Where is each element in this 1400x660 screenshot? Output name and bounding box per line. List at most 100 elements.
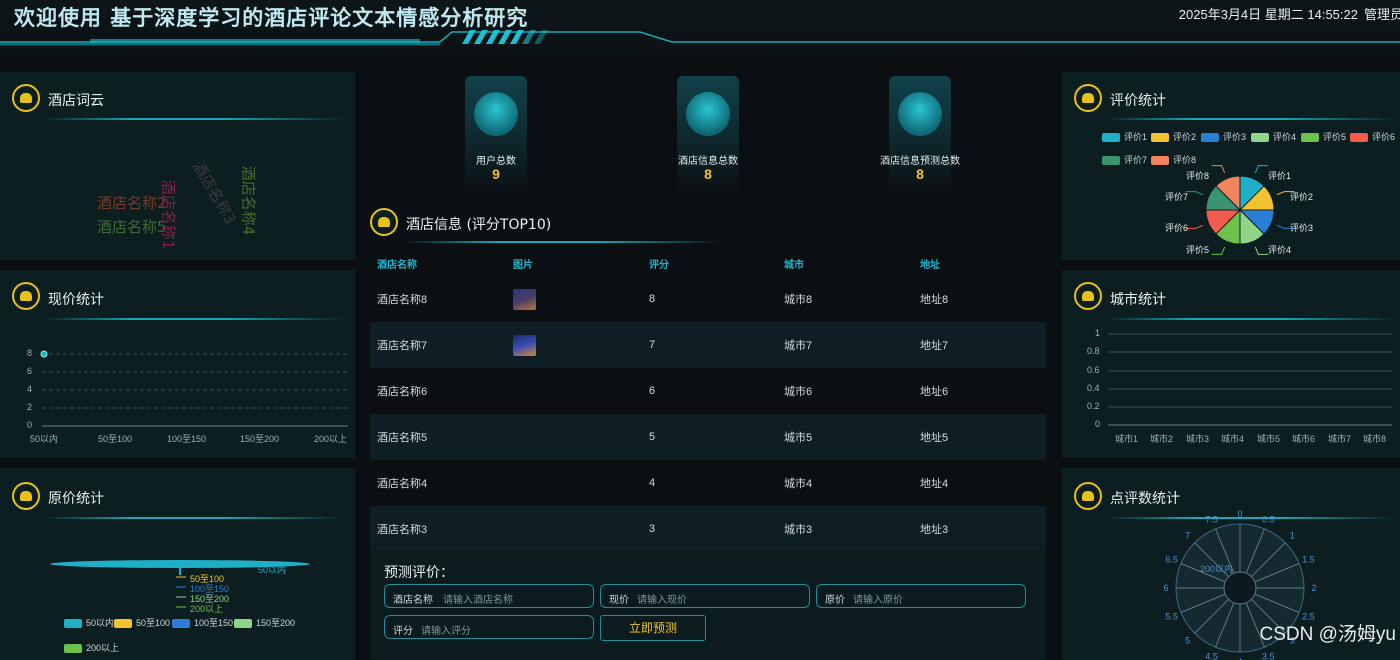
header-decoration bbox=[0, 30, 1400, 46]
legend-item[interactable]: 100至150 bbox=[172, 616, 233, 629]
y-tick: 0 bbox=[1095, 419, 1101, 429]
admin-user-link[interactable]: 管理员 bbox=[1364, 4, 1400, 23]
x-tick: 城市8 bbox=[1363, 434, 1387, 444]
stat-hotels: 酒店信息总数 8 bbox=[628, 76, 788, 194]
polar-angle-tick: 0 bbox=[1237, 509, 1242, 519]
hotel-name-cell: 酒店名称7 bbox=[370, 322, 506, 368]
column-header[interactable]: 酒店名称 bbox=[370, 250, 506, 276]
legend-item[interactable]: 评价1 bbox=[1102, 130, 1147, 143]
city-cell: 城市5 bbox=[777, 414, 913, 460]
x-tick: 100至150 bbox=[167, 434, 207, 444]
wordcloud-word: 酒店名称2 bbox=[97, 194, 167, 212]
hotel-image-cell bbox=[506, 276, 642, 322]
y-tick: 0.4 bbox=[1087, 383, 1100, 393]
legend-item[interactable]: 评价6 bbox=[1350, 130, 1395, 143]
wordcloud-panel: 酒店词云 酒店名称2 酒店名称5 酒店名称1 酒店名称3 酒店名称4 bbox=[0, 72, 355, 260]
table-row[interactable]: 酒店名称4 4 城市4 地址4 bbox=[370, 460, 1046, 506]
table-row[interactable]: 酒店名称6 6 城市6 地址6 bbox=[370, 368, 1046, 414]
rating-panel: 评价统计 评价1 评价2 评价3 评价4 评价5 评价6 评价7 评价8 评价1… bbox=[1062, 72, 1400, 260]
original-price-panel: 原价统计 50以内 50至100 100至150 150至200 200以上 5… bbox=[0, 468, 355, 660]
polar-angle-tick: 6.5 bbox=[1165, 555, 1178, 565]
stat-value: 8 bbox=[916, 166, 924, 182]
x-tick: 城市2 bbox=[1150, 434, 1174, 444]
legend-item[interactable]: 200以上 bbox=[64, 641, 119, 654]
x-tick: 城市6 bbox=[1292, 434, 1316, 444]
pie-callout: 评价2 bbox=[1290, 192, 1314, 202]
csdn-watermark: CSDN @汤姆yu bbox=[1259, 624, 1396, 645]
hotel-thumbnail[interactable] bbox=[513, 288, 536, 310]
y-tick: 6 bbox=[27, 366, 33, 376]
table-row[interactable]: 酒店名称7 7 城市7 地址7 bbox=[370, 322, 1046, 368]
pie-callout: 评价1 bbox=[1268, 171, 1292, 181]
header-bar: 欢迎使用 基于深度学习的酒店评论文本情感分析研究 2025年3月4日 星期二 1… bbox=[0, 0, 1400, 58]
y-tick: 0.2 bbox=[1087, 401, 1100, 411]
field-label: 评分 bbox=[393, 626, 413, 637]
column-header[interactable]: 图片 bbox=[506, 250, 642, 276]
polar-angle-tick: 3.5 bbox=[1262, 651, 1275, 660]
hotel-name-input[interactable]: 酒店名称 请输入酒店名称 bbox=[384, 584, 594, 608]
pie-callout: 评价8 bbox=[1186, 171, 1210, 181]
original-price-input[interactable]: 原价 请输入原价 bbox=[816, 584, 1026, 608]
table-row[interactable]: 酒店名称8 8 城市8 地址8 bbox=[370, 276, 1046, 322]
field-label: 酒店名称 bbox=[393, 595, 433, 606]
polar-angle-tick: 5.5 bbox=[1165, 611, 1178, 621]
predict-title: 预测评价： bbox=[384, 564, 454, 580]
legend-item[interactable]: 评价5 bbox=[1301, 130, 1346, 143]
table-row[interactable]: 酒店名称3 3 城市3 地址3 bbox=[370, 506, 1046, 552]
predict-form: 预测评价： 酒店名称 请输入酒店名称 现价 请输入现价 原价 请输入原价 评分 … bbox=[370, 550, 1046, 660]
y-tick: 0 bbox=[27, 420, 33, 430]
column-header[interactable]: 地址 bbox=[913, 250, 1046, 276]
legend-item[interactable]: 评价4 bbox=[1251, 130, 1296, 143]
hotel-thumbnail[interactable] bbox=[513, 334, 536, 356]
hotel-table: 酒店名称 图片 评分 城市 地址 酒店名称8 8 城市8 地址8 酒店名称7 7… bbox=[370, 250, 1046, 552]
panel-underline bbox=[402, 241, 722, 243]
hotel-image-cell bbox=[506, 460, 642, 506]
field-placeholder: 请输入原价 bbox=[853, 595, 903, 606]
hotel-image-cell bbox=[506, 506, 642, 552]
current-price-panel: 现价统计 8 6 4 2 0 50以内 50至100 100至150 150至2… bbox=[0, 270, 355, 458]
panel-title: 评价统计 bbox=[1110, 93, 1166, 109]
score-cell: 3 bbox=[642, 506, 777, 552]
field-placeholder: 请输入酒店名称 bbox=[443, 595, 513, 606]
table-row[interactable]: 酒店名称5 5 城市5 地址5 bbox=[370, 414, 1046, 460]
legend-item[interactable]: 50以内 bbox=[64, 616, 114, 629]
score-input[interactable]: 评分 请输入评分 bbox=[384, 615, 594, 639]
column-header[interactable]: 评分 bbox=[642, 250, 777, 276]
address-cell: 地址6 bbox=[920, 386, 949, 398]
wordcloud-word: 酒店名称1 bbox=[159, 179, 178, 250]
hotel-image-cell bbox=[506, 322, 642, 368]
y-tick: 4 bbox=[27, 384, 33, 394]
pie-callout: 200以上 bbox=[190, 604, 224, 614]
polar-angle-tick: 7.5 bbox=[1205, 515, 1218, 525]
line-point bbox=[40, 350, 48, 358]
pie-callout: 评价3 bbox=[1290, 223, 1314, 233]
y-tick: 1 bbox=[1095, 328, 1101, 338]
pie-callout-line bbox=[1254, 165, 1269, 174]
legend-item[interactable]: 评价2 bbox=[1151, 130, 1196, 143]
stat-label: 酒店信息预测总数 bbox=[880, 156, 960, 167]
legend-item[interactable]: 评价3 bbox=[1201, 130, 1246, 143]
hotel-image-cell bbox=[506, 414, 642, 460]
score-cell: 6 bbox=[649, 385, 656, 397]
users-icon bbox=[12, 84, 40, 112]
polar-angle-tick: 6 bbox=[1163, 583, 1168, 593]
polar-angle-tick: 1 bbox=[1290, 531, 1295, 541]
x-tick: 城市3 bbox=[1186, 434, 1210, 444]
predict-button[interactable]: 立即预测 bbox=[600, 615, 706, 641]
panel-underline bbox=[44, 517, 344, 519]
stat-value: 8 bbox=[704, 166, 712, 182]
polar-inner-ring bbox=[1223, 571, 1257, 605]
y-tick: 8 bbox=[27, 348, 33, 358]
polar-angle-tick: 5 bbox=[1185, 635, 1190, 645]
address-cell: 地址4 bbox=[920, 478, 949, 490]
current-price-input[interactable]: 现价 请输入现价 bbox=[600, 584, 810, 608]
legend-item[interactable]: 50至100 bbox=[114, 616, 170, 629]
pie-callout: 评价4 bbox=[1268, 245, 1292, 255]
city-cell: 城市6 bbox=[784, 386, 813, 398]
pie-callout: 评价6 bbox=[1165, 223, 1189, 233]
field-label: 原价 bbox=[825, 595, 845, 606]
polar-angle-tick: 0.5 bbox=[1262, 515, 1275, 525]
pie-callout-line bbox=[1185, 191, 1204, 196]
column-header[interactable]: 城市 bbox=[777, 250, 913, 276]
legend-item[interactable]: 150至200 bbox=[234, 616, 295, 629]
